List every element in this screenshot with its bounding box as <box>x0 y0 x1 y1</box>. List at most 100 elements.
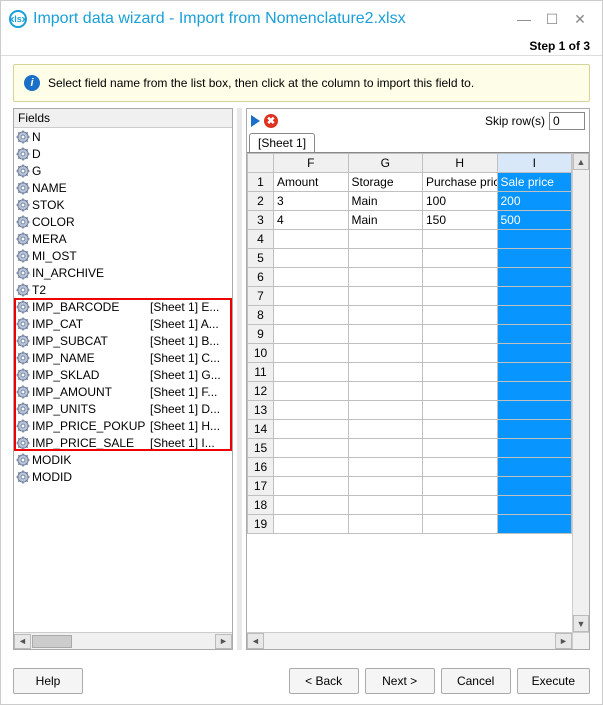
cell[interactable] <box>348 344 423 363</box>
cell[interactable] <box>348 325 423 344</box>
cell[interactable] <box>497 230 572 249</box>
maximize-button[interactable]: ☐ <box>538 11 566 28</box>
sheet-tab[interactable]: [Sheet 1] <box>249 133 315 152</box>
field-row[interactable]: IMP_NAME[Sheet 1] C... <box>14 349 232 366</box>
cell[interactable] <box>497 496 572 515</box>
field-row[interactable]: N <box>14 128 232 145</box>
cell[interactable] <box>348 439 423 458</box>
row-number[interactable]: 6 <box>248 268 274 287</box>
cell[interactable] <box>497 458 572 477</box>
cell[interactable] <box>423 287 498 306</box>
sheet-vscrollbar[interactable]: ▲ ▼ <box>572 153 589 632</box>
cell[interactable] <box>348 477 423 496</box>
cell[interactable] <box>497 268 572 287</box>
cell[interactable] <box>348 230 423 249</box>
cell[interactable] <box>497 363 572 382</box>
cell[interactable] <box>274 325 349 344</box>
cell[interactable] <box>497 325 572 344</box>
spreadsheet-grid[interactable]: FGHI1AmountStoragePurchase priceSale pri… <box>247 153 572 632</box>
cell[interactable] <box>274 401 349 420</box>
cell[interactable] <box>274 515 349 534</box>
cell[interactable] <box>348 420 423 439</box>
cell[interactable] <box>497 401 572 420</box>
row-number[interactable]: 4 <box>248 230 274 249</box>
row-number[interactable]: 17 <box>248 477 274 496</box>
cell[interactable]: Storage <box>348 173 423 192</box>
row-number[interactable]: 9 <box>248 325 274 344</box>
fields-list[interactable]: NDGNAMESTOKCOLORMERAMI_OSTIN_ARCHIVET2IM… <box>14 128 232 632</box>
cancel-button[interactable]: Cancel <box>441 668 511 694</box>
column-header[interactable]: F <box>274 154 349 173</box>
cell[interactable] <box>497 477 572 496</box>
scroll-down-icon[interactable]: ▼ <box>573 615 589 632</box>
row-number[interactable]: 1 <box>248 173 274 192</box>
next-button[interactable]: Next > <box>365 668 435 694</box>
play-icon[interactable] <box>251 115 260 127</box>
cell[interactable] <box>497 287 572 306</box>
splitter[interactable] <box>237 108 242 650</box>
field-row[interactable]: G <box>14 162 232 179</box>
cell[interactable] <box>423 382 498 401</box>
cell[interactable] <box>348 496 423 515</box>
cell[interactable] <box>274 287 349 306</box>
cell[interactable]: Main <box>348 192 423 211</box>
cell[interactable]: Amount <box>274 173 349 192</box>
back-button[interactable]: < Back <box>289 668 359 694</box>
field-row[interactable]: IMP_PRICE_POKUP[Sheet 1] H... <box>14 417 232 434</box>
field-row[interactable]: MODID <box>14 468 232 485</box>
scroll-up-icon[interactable]: ▲ <box>573 153 589 170</box>
cell[interactable] <box>423 268 498 287</box>
scroll-right-icon[interactable]: ► <box>555 633 572 649</box>
cell[interactable] <box>423 230 498 249</box>
scroll-right-icon[interactable]: ► <box>215 634 232 649</box>
cell[interactable] <box>274 477 349 496</box>
row-number[interactable]: 18 <box>248 496 274 515</box>
cell[interactable] <box>348 515 423 534</box>
cell[interactable] <box>423 496 498 515</box>
cell[interactable] <box>423 420 498 439</box>
row-number[interactable]: 3 <box>248 211 274 230</box>
field-row[interactable]: IMP_CAT[Sheet 1] A... <box>14 315 232 332</box>
cell[interactable] <box>423 325 498 344</box>
field-row[interactable]: MODIK <box>14 451 232 468</box>
cell[interactable] <box>423 306 498 325</box>
cell[interactable] <box>274 382 349 401</box>
sheet-hscrollbar[interactable]: ◄ ► <box>247 632 589 649</box>
skip-rows-input[interactable] <box>549 112 585 130</box>
scroll-left-icon[interactable]: ◄ <box>247 633 264 649</box>
field-row[interactable]: MERA <box>14 230 232 247</box>
cell[interactable] <box>348 306 423 325</box>
row-number[interactable]: 13 <box>248 401 274 420</box>
field-row[interactable]: IMP_SUBCAT[Sheet 1] B... <box>14 332 232 349</box>
field-row[interactable]: IMP_AMOUNT[Sheet 1] F... <box>14 383 232 400</box>
cell[interactable] <box>423 477 498 496</box>
field-row[interactable]: IMP_BARCODE[Sheet 1] E... <box>14 298 232 315</box>
cell[interactable]: 3 <box>274 192 349 211</box>
stop-icon[interactable]: ✖ <box>264 114 278 128</box>
field-row[interactable]: IMP_UNITS[Sheet 1] D... <box>14 400 232 417</box>
cell[interactable] <box>274 268 349 287</box>
cell[interactable] <box>497 515 572 534</box>
cell[interactable] <box>423 515 498 534</box>
row-number[interactable]: 2 <box>248 192 274 211</box>
field-row[interactable]: T2 <box>14 281 232 298</box>
cell[interactable]: 200 <box>497 192 572 211</box>
cell[interactable] <box>348 249 423 268</box>
cell[interactable] <box>274 458 349 477</box>
cell[interactable]: 500 <box>497 211 572 230</box>
field-row[interactable]: STOK <box>14 196 232 213</box>
scroll-left-icon[interactable]: ◄ <box>14 634 31 649</box>
scroll-thumb[interactable] <box>32 635 72 648</box>
row-number[interactable]: 19 <box>248 515 274 534</box>
cell[interactable] <box>274 439 349 458</box>
close-button[interactable]: ✕ <box>566 11 594 28</box>
column-header[interactable]: G <box>348 154 423 173</box>
execute-button[interactable]: Execute <box>517 668 590 694</box>
cell[interactable] <box>274 420 349 439</box>
field-row[interactable]: IMP_SKLAD[Sheet 1] G... <box>14 366 232 383</box>
field-row[interactable]: IN_ARCHIVE <box>14 264 232 281</box>
row-number[interactable]: 14 <box>248 420 274 439</box>
cell[interactable]: 100 <box>423 192 498 211</box>
cell[interactable] <box>423 439 498 458</box>
cell[interactable] <box>497 382 572 401</box>
